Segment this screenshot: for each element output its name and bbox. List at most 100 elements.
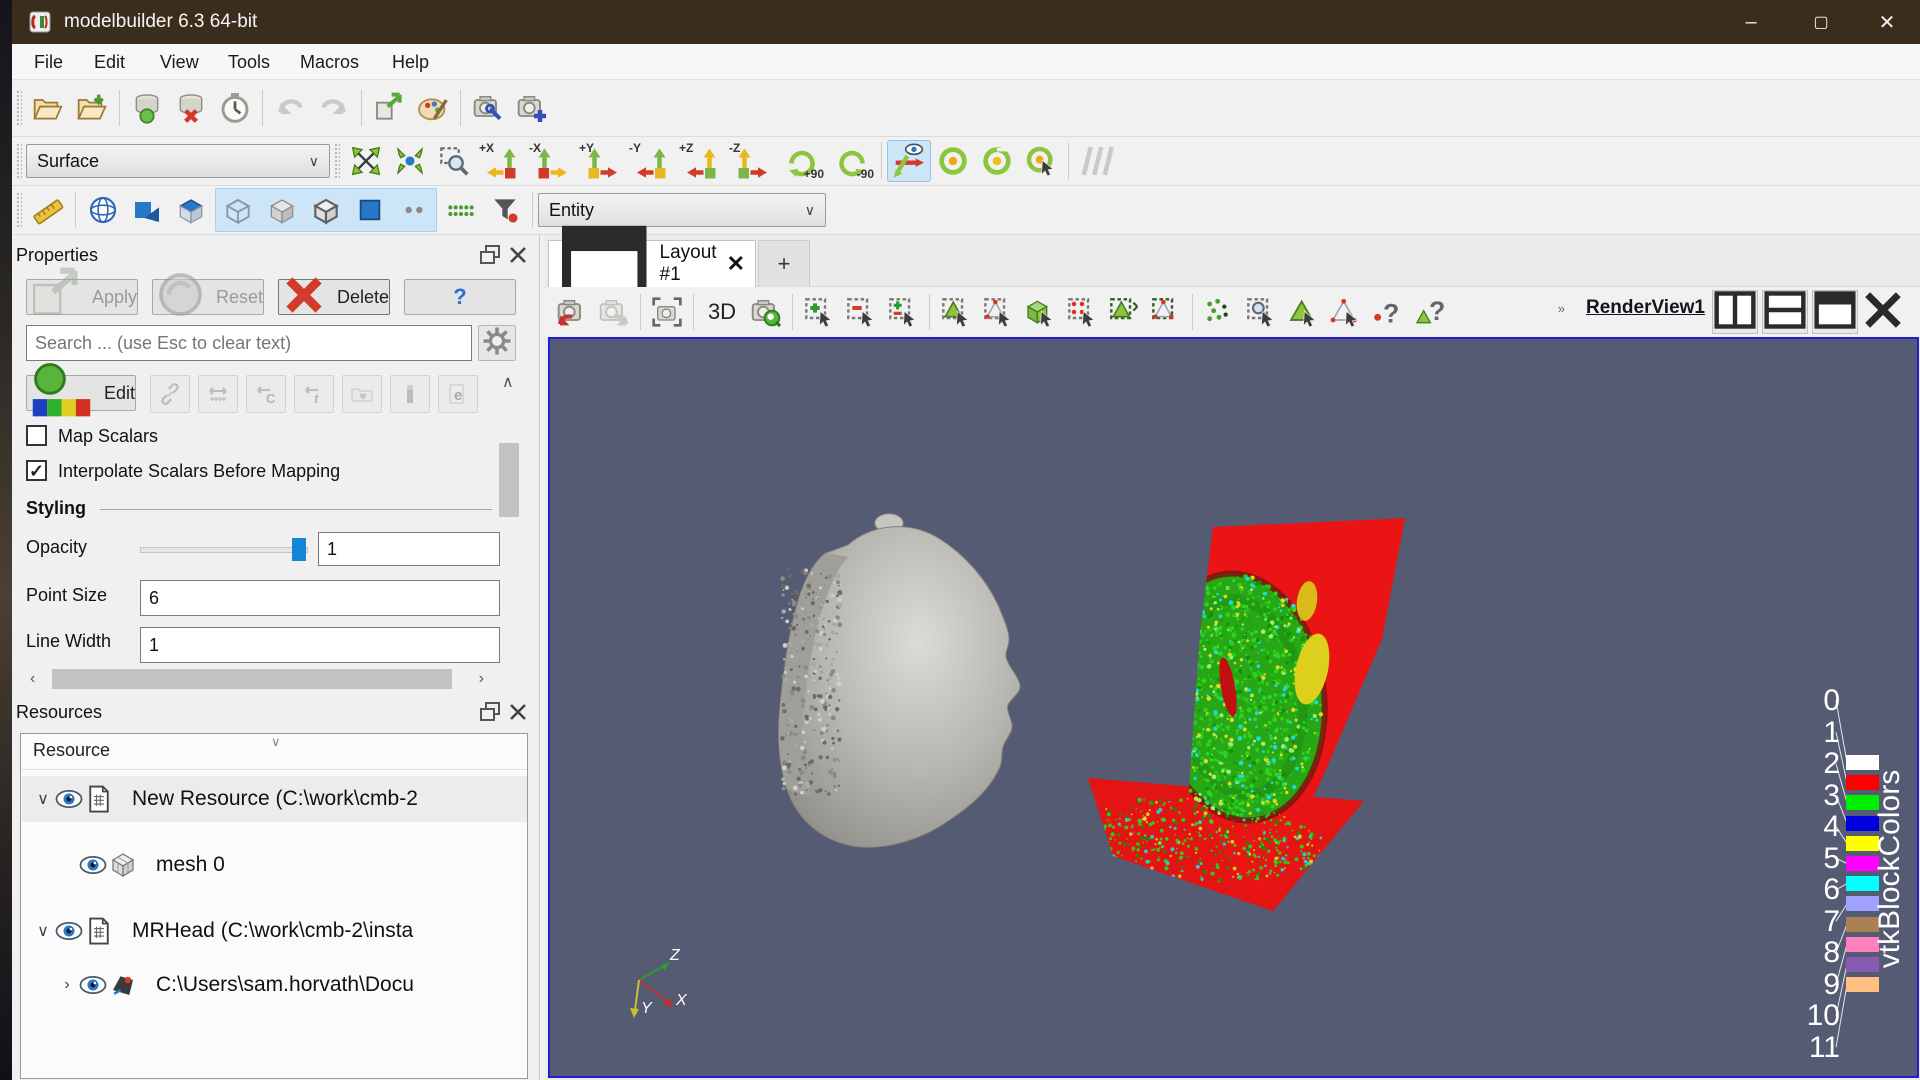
hover-cells-button[interactable] [1282,291,1324,333]
volume-representation-button[interactable] [169,189,213,231]
close-view-button[interactable] [1860,290,1906,334]
selection-query-button[interactable]: ? [1366,291,1408,333]
opacity-input[interactable] [318,532,500,566]
close-panel-icon[interactable] [504,243,532,267]
measure-ruler-button[interactable] [26,189,70,231]
tab-close-icon[interactable]: ✕ [727,251,745,277]
maximize-view-button[interactable] [1812,290,1858,334]
color-palette-button[interactable] [411,87,455,129]
hover-points-button[interactable] [1324,291,1366,333]
selection-query-cells-button[interactable]: ? [1408,291,1450,333]
split-vertical-button[interactable] [1712,290,1758,334]
help-button[interactable]: ? [404,279,516,315]
timer-button[interactable] [213,87,257,129]
export-scene-button[interactable] [367,87,411,129]
open-file-button[interactable] [26,87,70,129]
rescale-custom-range-button[interactable]: C [246,375,286,413]
close-panel-icon[interactable] [504,700,532,724]
mesh-representation-button[interactable] [81,189,125,231]
split-horizontal-button[interactable] [1762,290,1808,334]
view-plus-z-button[interactable]: +Z [676,140,726,182]
select-cells-add-button[interactable] [882,291,924,333]
select-block-points-button[interactable] [1061,291,1103,333]
camera-zoom-data-button[interactable] [745,291,787,333]
camera-reset-button[interactable] [551,291,593,333]
line-width-input[interactable] [140,627,500,663]
visibility-eye-icon[interactable] [54,916,84,946]
edit-colormap-button[interactable]: Edit [26,363,136,417]
menu-help[interactable]: Help [382,44,439,80]
camera-add-button[interactable] [510,87,554,129]
view-mode-3d-button[interactable]: 3D [699,299,745,325]
cube-outline-button[interactable] [216,189,260,231]
zoom-to-selection-button[interactable] [1240,291,1282,333]
chevron-down-icon[interactable]: ∨ [32,789,54,809]
menu-tools[interactable]: Tools [218,44,280,80]
float-panel-icon[interactable] [476,243,504,267]
center-axes-visibility-button[interactable] [887,140,931,182]
scrollbar-thumb[interactable] [52,669,452,689]
colormap-preset-button[interactable] [342,375,382,413]
rotate-camera-cw-button[interactable] [931,140,975,182]
green-grid-dots-button[interactable] [439,189,483,231]
tree-row-mesh0[interactable]: mesh 0 [22,842,527,888]
interactive-select-cells-button[interactable] [1103,291,1145,333]
interpolate-checkbox[interactable] [26,460,47,481]
select-block-button[interactable] [1019,291,1061,333]
rotate-camera-ccw-button[interactable] [975,140,1019,182]
close-button[interactable]: ✕ [1858,0,1916,44]
view-minus-y-button[interactable]: -Y [626,140,676,182]
scroll-up-icon[interactable]: ∧ [502,375,514,391]
new-layout-tab[interactable]: + [758,240,810,287]
tree-row-mrhead[interactable]: ∨ MRHead (C:\work\cmb-2\insta [22,908,527,954]
rotate-minus-90-button[interactable]: -90 [826,140,876,182]
cube-edges-button[interactable] [304,189,348,231]
menu-file[interactable]: File [24,44,73,80]
camera-wrench-button[interactable] [466,87,510,129]
remove-source-button[interactable] [169,87,213,129]
render-view-label[interactable]: RenderView1 [1586,297,1705,319]
edit-color-legend-button[interactable]: e [438,375,478,413]
cube-shaded-button[interactable] [260,189,304,231]
zoom-to-fit-button[interactable] [344,140,388,182]
zoom-closest-button[interactable] [388,140,432,182]
undo-button[interactable] [268,87,312,129]
map-scalars-checkbox[interactable] [26,425,47,446]
representation-select[interactable]: Surface ∨ [26,144,330,178]
interactive-select-points-button[interactable] [1145,291,1187,333]
properties-hscrollbar[interactable]: ‹ › [26,667,488,691]
resource-column-header[interactable]: Resource [21,740,527,770]
rotate-camera-pointer-button[interactable] [1019,140,1063,182]
redo-button[interactable] [312,87,356,129]
opacity-slider-track[interactable] [140,547,308,553]
tree-row-image-source[interactable]: › C:\Users\sam.horvath\Docu [22,962,527,1008]
visibility-eye-icon[interactable] [54,784,84,814]
create-source-button[interactable] [125,87,169,129]
view-plus-y-button[interactable]: +Y [576,140,626,182]
tab-layout-1[interactable]: Layout #1 ✕ [548,225,756,303]
dots-pair-button[interactable] [392,189,436,231]
capture-screenshot-button[interactable] [646,291,688,333]
scrollbar-thumb[interactable] [499,443,519,517]
scroll-right-icon[interactable]: › [479,671,484,687]
selection-filter-button[interactable] [483,189,527,231]
minimize-button[interactable]: – [1722,0,1780,44]
select-cells-through-button[interactable] [935,291,977,333]
reset-button[interactable]: Reset [152,273,264,316]
select-cells-on-button[interactable] [798,291,840,333]
delete-button[interactable]: Delete [278,276,390,315]
separate-colormap-button[interactable] [150,375,190,413]
menu-view[interactable]: View [150,44,209,80]
menu-macros[interactable]: Macros [290,44,369,80]
tree-row-new-resource[interactable]: ∨ New Resource (C:\work\cmb-2 [22,776,527,822]
blue-square-button[interactable] [348,189,392,231]
rescale-data-range-button[interactable] [198,375,238,413]
rescale-temporal-range-button[interactable]: t [294,375,334,413]
parallel-lines-button[interactable] [1074,140,1118,182]
float-panel-icon[interactable] [476,700,504,724]
opacity-slider-handle[interactable] [292,538,306,561]
rotate-plus-90-button[interactable]: +90 [776,140,826,182]
point-size-input[interactable] [140,580,500,616]
select-points-on-button[interactable] [840,291,882,333]
show-color-legend-button[interactable] [390,375,430,413]
